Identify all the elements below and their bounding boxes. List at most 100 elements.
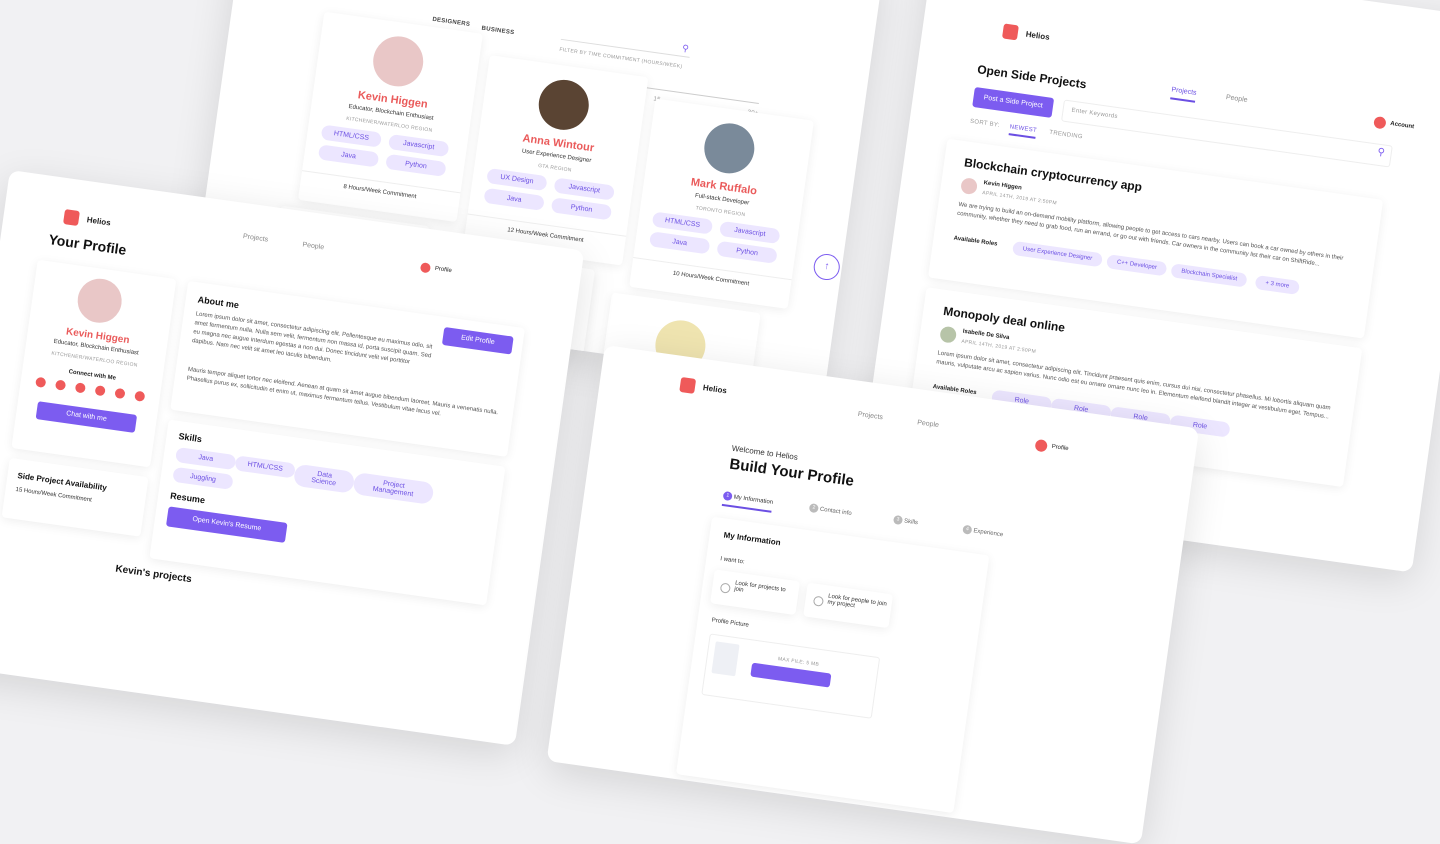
skill-pill: Juggling [172,466,234,490]
more-roles-pill[interactable]: + 3 more [1254,275,1300,295]
avatar [701,120,758,177]
my-information-form: My Information I want to: Look for proje… [675,516,990,814]
skill-pill: Python [716,240,778,264]
upload-area[interactable]: MAX FILE: 5 MB [701,633,881,719]
github-icon[interactable] [54,379,67,391]
post-date: APRIL 14TH, 2019 AT 2:50PM [960,338,1037,356]
account-icon [1373,115,1387,130]
profile-menu[interactable]: Profile [419,258,453,280]
open-resume-button[interactable]: Open Kevin's Resume [165,506,288,543]
skill-pill: Java [483,187,545,211]
helios-logo-icon [679,377,697,395]
skill-pill: Javascript [719,220,781,245]
step-label: My Information [733,494,774,506]
step-experience[interactable]: 4 Experience [962,524,1004,540]
upload-button[interactable] [750,662,832,688]
profile-menu[interactable]: Profile [1034,436,1070,458]
projects-section-title: Kevin's projects [114,563,193,586]
step-label: Experience [972,528,1004,539]
profile-label: Profile [434,265,453,275]
role-pill[interactable]: Blockchain Specialist [1170,263,1248,288]
post-date: APRIL 14TH, 2019 AT 2:50PM [981,190,1058,207]
person-card[interactable]: Kevin Higgen Educator, Blockchain Enthus… [297,11,483,223]
page-title: Open Side Projects [976,62,1088,92]
resume-title: Resume [169,490,206,506]
image-placeholder-icon [711,641,740,677]
dribbble-icon[interactable] [74,382,87,394]
account-menu[interactable]: Account [1373,113,1416,136]
person-card[interactable]: Mark Ruffalo Full-stack Developer TORONT… [629,98,814,309]
search-placeholder: Enter Keywords [1071,107,1119,121]
author-name[interactable]: Kevin Higgen [983,180,1022,191]
nav-people[interactable]: People [302,241,325,251]
brand[interactable]: Helios [62,208,112,232]
skill-pill: Javascript [387,133,450,158]
skill-pill: UX Design [486,167,548,192]
skill-pill: HTML/CSS [320,124,383,148]
scroll-top-button[interactable]: ↑ [812,252,842,282]
chat-button[interactable]: Chat with me [35,401,138,433]
helios-logo-icon [62,209,80,227]
step-skills[interactable]: 3 Skills [892,514,919,527]
profile-window: Helios Projects People Profile Your Prof… [0,170,585,746]
sort-trending[interactable]: TRENDING [1049,130,1083,141]
helios-logo-icon [1001,23,1019,41]
skill-pill: Java [648,231,711,255]
tab-designers[interactable]: DESIGNERS [432,17,471,28]
step-label: Contact info [819,506,852,518]
radio-button[interactable] [719,582,731,594]
about-paragraph: Mauris tempor aliquet tortor nec eleifen… [186,366,499,418]
project-title[interactable]: Monopoly deal online [943,304,1066,335]
skill-pill: Python [385,153,447,177]
skill-pill: Project Management [352,471,435,505]
avatar [535,76,592,134]
skill-pill: Java [317,144,380,168]
brand-name: Helios [1025,29,1051,43]
skill-pill: Javascript [553,177,615,201]
option-label: Look for people to join my project [826,593,888,610]
person-card[interactable]: Anna Wintour User Experience Designer GT… [463,55,649,266]
avatar [74,275,125,326]
tab-business[interactable]: BUSINESS [481,26,515,37]
profile-icon [419,261,432,274]
nav-projects[interactable]: Projects [857,411,883,421]
post-project-button[interactable]: Post a Side Project [972,86,1055,118]
tab-people[interactable]: People [1225,94,1248,104]
availability-value: 15 Hours/Week Commitment [15,486,93,504]
role-pill[interactable]: C++ Developer [1106,254,1168,277]
profile-summary-card: Kevin Higgen Educator, Blockchain Enthus… [11,259,177,468]
arrow-up-icon: ↑ [823,260,831,273]
nav-people[interactable]: People [917,419,940,429]
link-icon[interactable] [134,390,146,402]
nav-projects[interactable]: Projects [243,233,269,243]
brand[interactable]: Helios [679,376,728,400]
linkedin-icon[interactable] [94,385,106,397]
step-number: 1 [722,490,733,502]
roles-label: Available Roles [953,235,998,248]
step-my-information[interactable]: 1 My Information [721,490,774,513]
profile-label: Profile [1051,443,1069,453]
edit-profile-button[interactable]: Edit Profile [441,326,514,355]
option-find-projects[interactable]: Look for projects to join [710,569,800,616]
role-pill[interactable]: User Experience Designer [1011,240,1104,268]
search-icon: ⚲ [1376,146,1386,159]
keyword-search-input[interactable]: Enter Keywords ⚲ [1060,99,1393,168]
brand[interactable]: Helios [1001,22,1051,46]
facebook-icon[interactable] [35,376,47,388]
step-contact-info[interactable]: 2 Contact info [808,503,853,518]
sort-label: SORT BY: [969,118,1001,129]
author-avatar [939,325,958,344]
radio-button[interactable] [812,595,825,607]
mail-icon[interactable] [114,387,126,400]
profile-icon [1034,438,1049,453]
option-find-people[interactable]: Look for people to join my project [803,582,894,629]
tab-projects[interactable]: Projects [1170,86,1197,103]
i-want-to-label: I want to: [719,556,745,566]
person-commitment: 8 Hours/Week Commitment [342,184,417,201]
step-label: Skills [903,518,919,527]
account-label: Account [1389,120,1415,131]
skill-pill: Python [550,197,613,221]
project-title[interactable]: Blockchain cryptocurrency app [963,155,1143,194]
brand-name: Helios [86,215,112,228]
sort-newest[interactable]: NEWEST [1008,124,1038,139]
